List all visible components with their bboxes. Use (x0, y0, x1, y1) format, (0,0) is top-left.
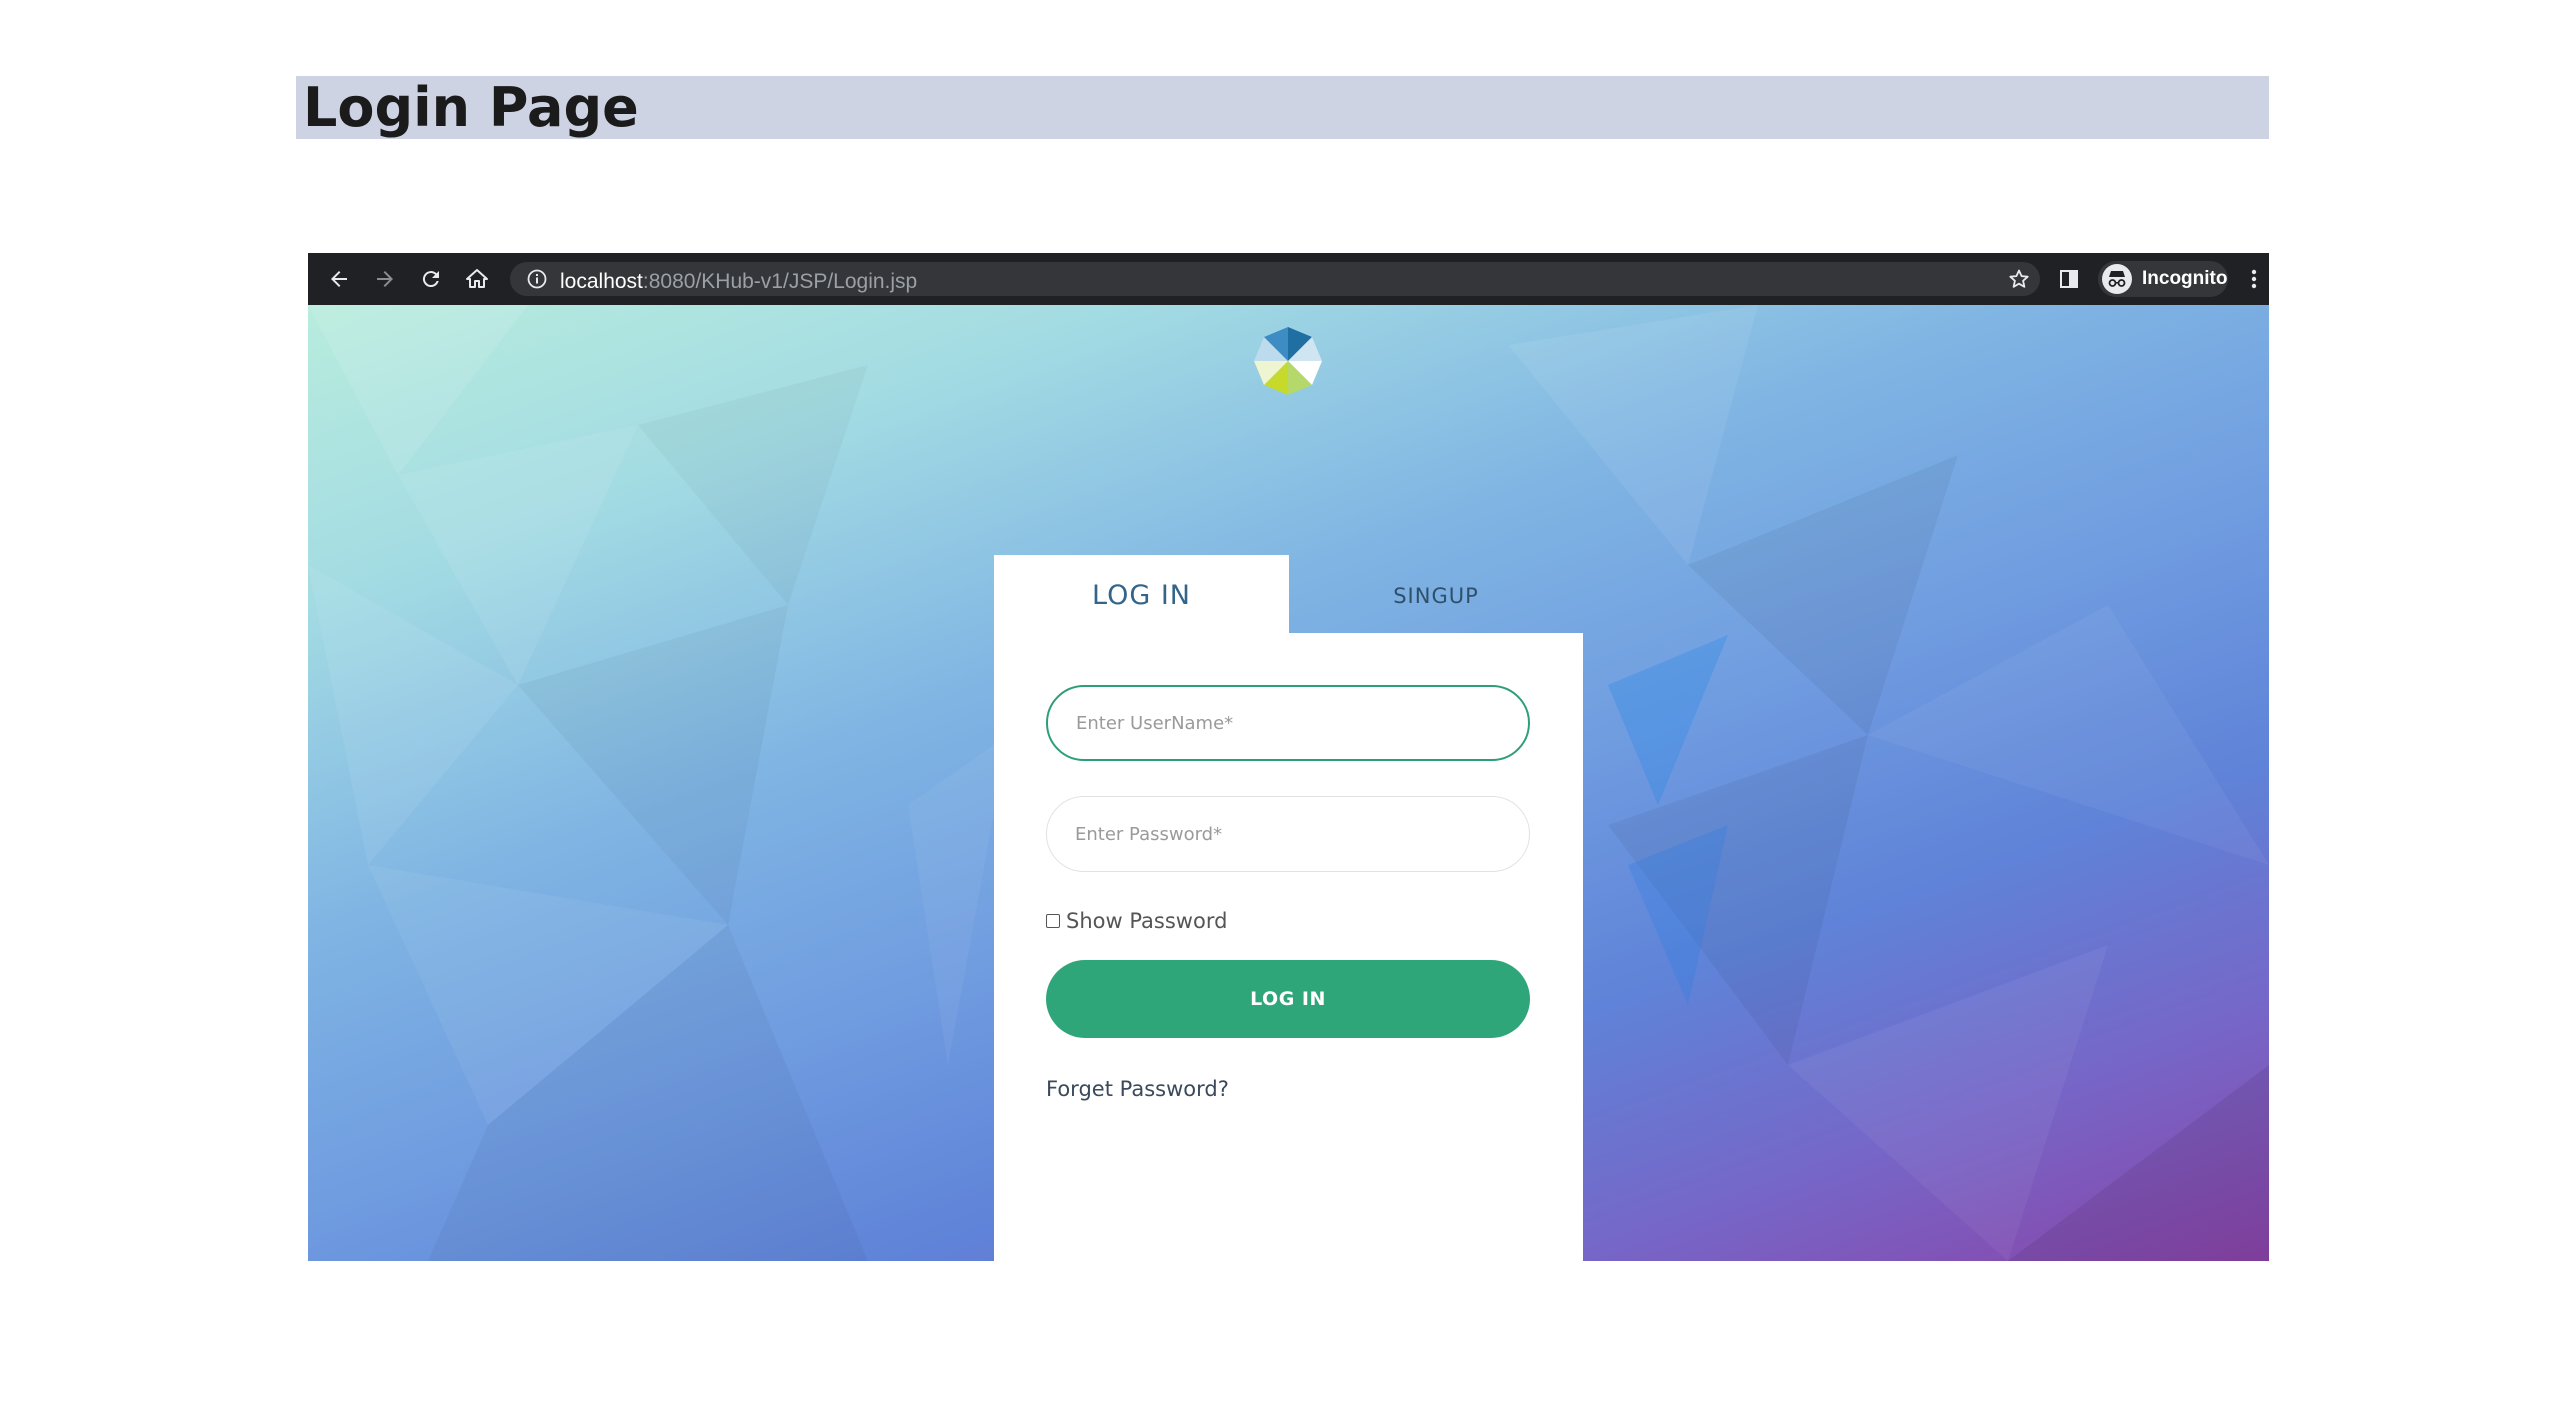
star-icon[interactable] (2002, 262, 2036, 296)
pinwheel-logo (1252, 325, 1324, 397)
incognito-label: Incognito (2142, 268, 2228, 289)
address-bar[interactable]: localhost:8080/KHub-v1/JSP/Login.jsp (510, 259, 2269, 299)
omnibox-field[interactable]: localhost:8080/KHub-v1/JSP/Login.jsp (510, 262, 2040, 296)
username-input[interactable] (1046, 685, 1530, 761)
login-button[interactable]: LOG IN (1046, 960, 1530, 1038)
forget-password-link[interactable]: Forget Password? (1046, 1076, 1229, 1102)
url-host: localhost (560, 270, 643, 293)
password-input[interactable] (1046, 796, 1530, 872)
kebab-menu-icon[interactable] (2242, 262, 2266, 296)
tab-login-label[interactable]: LOG IN (994, 580, 1289, 612)
page: Login Page localhost:8080/KHub-v1/JSP/Lo… (0, 0, 2550, 1416)
url-path: :8080/KHub-v1/JSP/Login.jsp (642, 270, 918, 293)
page-title: Login Page (303, 76, 639, 139)
web-page-viewport: LOG IN SINGUP Show Password LOG IN Forge… (308, 305, 2269, 1261)
show-password-label[interactable]: Show Password (1066, 908, 1227, 934)
browser-toolbar: localhost:8080/KHub-v1/JSP/Login.jsp Inc… (308, 253, 2269, 305)
side-panel-icon[interactable] (2052, 262, 2086, 296)
page-heading-bar: Login Page (296, 76, 2269, 139)
arrow-right-icon[interactable] (368, 262, 402, 296)
info-icon[interactable] (520, 262, 554, 296)
url-text[interactable]: localhost:8080/KHub-v1/JSP/Login.jsp (560, 270, 917, 294)
show-password-checkbox[interactable] (1046, 914, 1060, 928)
tab-signup[interactable]: SINGUP (1289, 583, 1583, 609)
home-icon[interactable] (460, 262, 494, 296)
browser-window: localhost:8080/KHub-v1/JSP/Login.jsp Inc… (308, 253, 2269, 1261)
incognito-profile-button[interactable]: Incognito (2098, 261, 2228, 297)
arrow-left-icon[interactable] (322, 262, 356, 296)
incognito-icon (2102, 264, 2132, 294)
reload-icon[interactable] (414, 262, 448, 296)
